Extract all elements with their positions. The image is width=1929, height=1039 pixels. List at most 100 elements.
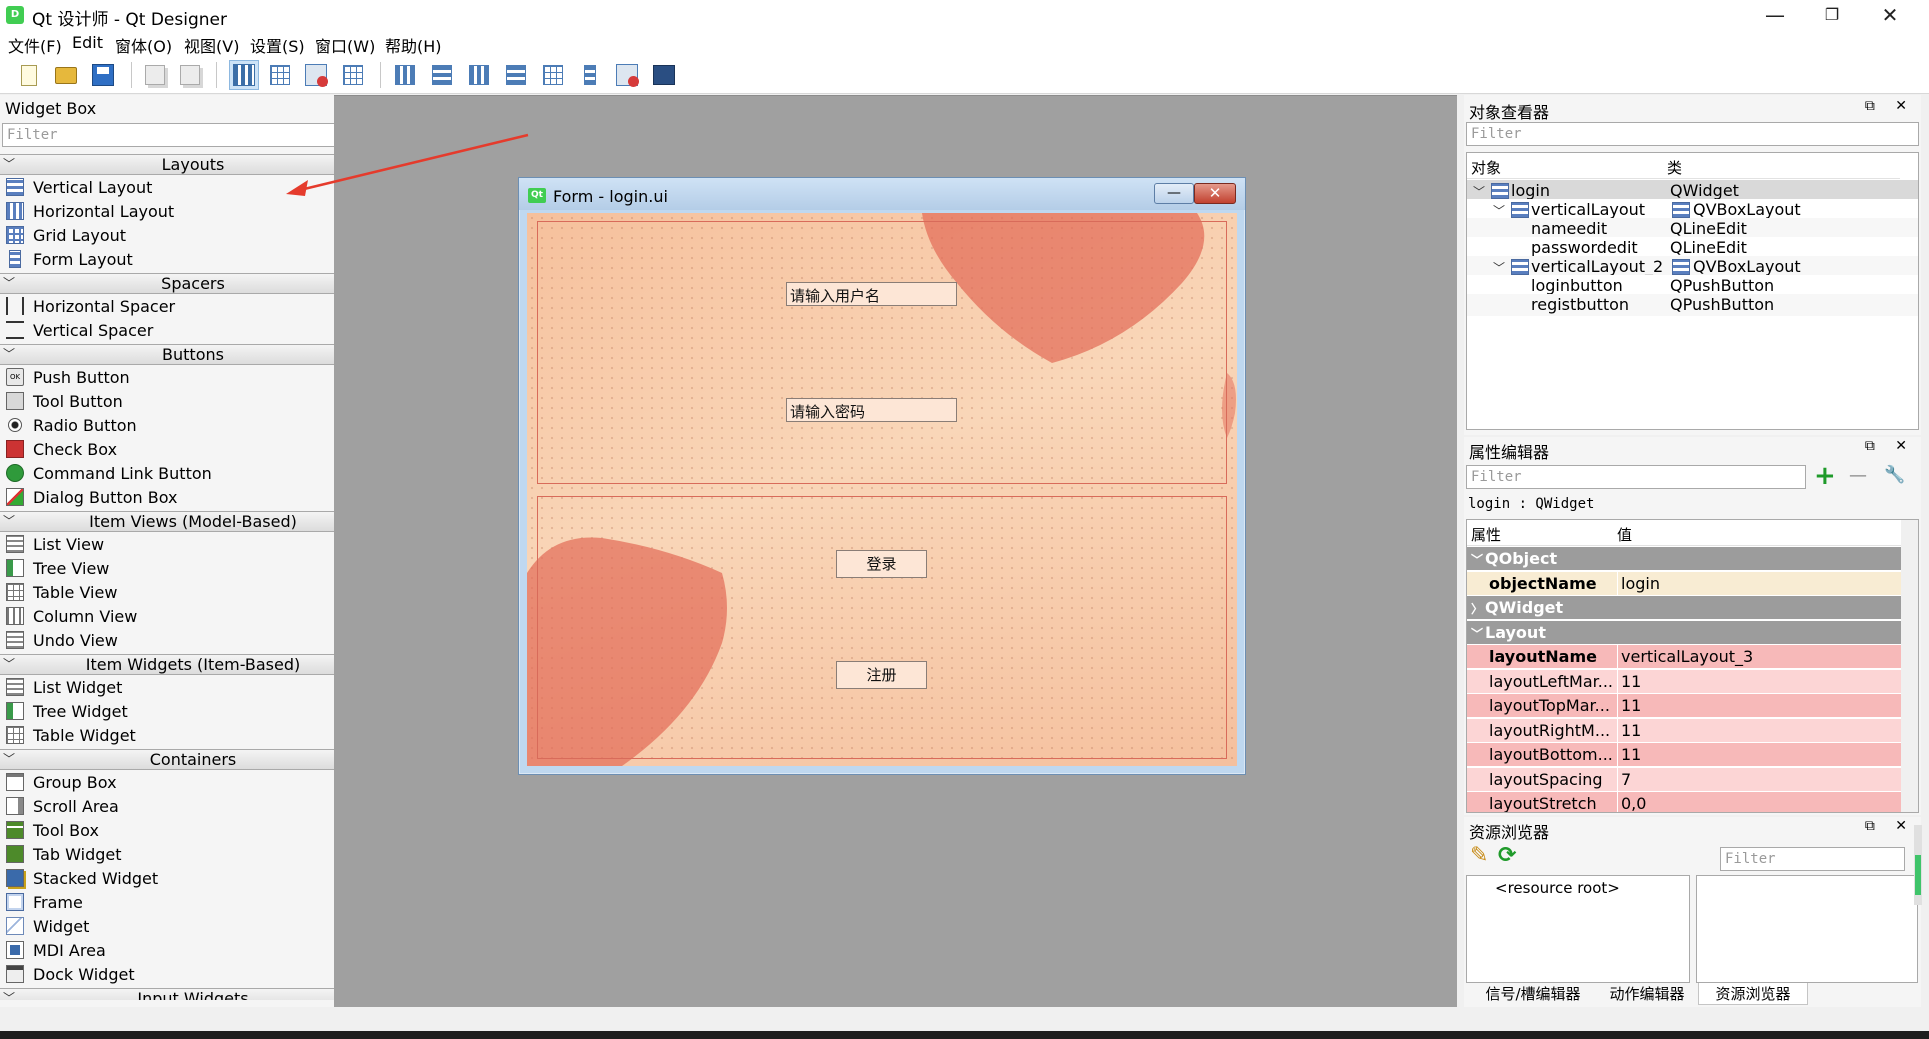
property-value[interactable]: 11 (1621, 696, 1641, 715)
form-minimize-button[interactable]: — (1154, 183, 1194, 204)
property-group-row[interactable]: ﹀ Layout (1467, 620, 1905, 645)
widget-category[interactable]: ﹀ Layouts (0, 154, 386, 175)
new-form-icon[interactable] (14, 60, 44, 90)
widget-category[interactable]: ﹀ Input Widgets (0, 988, 386, 1000)
open-form-icon[interactable] (51, 60, 81, 90)
dock-float-close-icons[interactable]: ⧉ ✕ (1865, 98, 1915, 114)
widget-item[interactable]: Vertical Layout (0, 175, 386, 199)
menu-help[interactable]: 帮助(H) (385, 33, 442, 57)
chevron-down-icon[interactable]: ﹀ (3, 750, 15, 769)
col-value-header[interactable]: 值 (1617, 524, 1632, 545)
right-edge-scrollbar[interactable] (1914, 825, 1922, 905)
chevron-right-icon[interactable]: 〉 (1471, 600, 1483, 617)
tab-resource-browser[interactable]: 资源浏览器 (1698, 983, 1808, 1005)
col-class-header[interactable]: 类 (1667, 157, 1682, 178)
widget-item[interactable]: Group Box (0, 770, 386, 794)
lay-out-vertical-splitter-icon[interactable] (501, 60, 531, 90)
edit-resources-icon[interactable]: ✎ (1470, 843, 1488, 868)
tab-action-editor[interactable]: 动作编辑器 (1597, 983, 1697, 1005)
property-row[interactable]: layoutBottom... 11 (1467, 743, 1905, 767)
widget-item[interactable]: Command Link Button (0, 461, 386, 485)
property-scrollbar[interactable] (1901, 520, 1918, 812)
widget-item[interactable]: Horizontal Spacer (0, 294, 386, 318)
widget-item[interactable]: Vertical Spacer (0, 318, 386, 342)
chevron-down-icon[interactable]: ﹀ (3, 345, 15, 364)
property-filter-input[interactable]: Filter (1466, 465, 1806, 489)
object-tree-row[interactable]: registbutton QPushButton (1467, 294, 1918, 316)
property-row[interactable]: objectName login (1467, 571, 1905, 596)
widget-item[interactable]: Dialog Button Box (0, 485, 386, 509)
property-value[interactable]: 7 (1621, 770, 1631, 789)
resource-filter-input[interactable]: Filter (1720, 847, 1905, 871)
save-form-icon[interactable] (88, 60, 118, 90)
widget-item[interactable]: Grid Layout (0, 223, 386, 247)
property-row[interactable]: layoutTopMar... 11 (1467, 694, 1905, 718)
configure-property-icon[interactable]: 🔧 (1884, 465, 1905, 485)
widget-item[interactable]: Check Box (0, 437, 386, 461)
register-button[interactable]: 注册 (836, 661, 927, 689)
widget-item[interactable]: MDI Area (0, 938, 386, 962)
widget-category[interactable]: ﹀ Item Widgets (Item-Based) (0, 654, 386, 675)
widget-item[interactable]: Tree Widget (0, 699, 386, 723)
widget-item[interactable]: Table Widget (0, 723, 386, 747)
menu-file[interactable]: 文件(F) (8, 33, 62, 57)
paste-icon[interactable] (175, 60, 205, 90)
widget-item[interactable]: Scroll Area (0, 794, 386, 818)
break-layout-icon[interactable] (612, 60, 642, 90)
close-window-button[interactable]: ✕ (1860, 0, 1920, 30)
object-inspector-filter-input[interactable]: Filter (1466, 122, 1919, 146)
widget-category[interactable]: ﹀ Spacers (0, 273, 386, 294)
chevron-down-icon[interactable]: ﹀ (3, 274, 15, 293)
chevron-down-icon[interactable]: ﹀ (3, 989, 15, 1000)
widget-item[interactable]: Dock Widget (0, 962, 386, 986)
username-input[interactable]: 请输入用户名 (786, 282, 957, 306)
edit-buddies-icon[interactable] (301, 60, 331, 90)
password-input[interactable]: 请输入密码 (786, 398, 957, 422)
resource-root-item[interactable]: <resource root> (1495, 879, 1620, 897)
property-row[interactable]: layoutLeftMar... 11 (1467, 669, 1905, 694)
widget-category[interactable]: ﹀ Item Views (Model-Based) (0, 511, 386, 532)
widget-item[interactable]: Widget (0, 914, 386, 938)
chevron-down-icon[interactable]: ﹀ (1493, 259, 1505, 276)
widget-item[interactable]: List View (0, 532, 386, 556)
maximize-button[interactable]: ❐ (1802, 0, 1862, 30)
property-group-row[interactable]: 〉 QWidget (1467, 596, 1905, 620)
dock-float-close-icons[interactable]: ⧉ ✕ (1865, 818, 1915, 834)
form-window[interactable]: Qt Form - login.ui — ✕ 请输入用户名 请输入密码 登录 注… (518, 177, 1246, 775)
property-row[interactable]: layoutRightM... 11 (1467, 718, 1905, 743)
chevron-down-icon[interactable]: ﹀ (3, 655, 15, 674)
menu-window[interactable]: 窗口(W) (315, 33, 375, 57)
menu-view[interactable]: 视图(V) (184, 33, 239, 57)
chevron-down-icon[interactable]: ﹀ (1471, 551, 1483, 568)
widget-item[interactable]: Tree View (0, 556, 386, 580)
widget-item[interactable]: List Widget (0, 675, 386, 699)
widget-item[interactable]: Table View (0, 580, 386, 604)
lay-out-horizontal-splitter-icon[interactable] (464, 60, 494, 90)
property-value[interactable]: 11 (1621, 721, 1641, 740)
widget-item[interactable]: OK Push Button (0, 365, 386, 389)
minimize-button[interactable]: — (1745, 0, 1805, 30)
menu-edit[interactable]: Edit (72, 33, 103, 52)
property-value[interactable]: login (1621, 574, 1660, 593)
lay-out-horizontally-icon[interactable] (390, 60, 420, 90)
widget-item[interactable]: Stacked Widget (0, 866, 386, 890)
menu-form[interactable]: 窗体(O) (115, 33, 172, 57)
widget-item[interactable]: Undo View (0, 628, 386, 652)
property-group-row[interactable]: ﹀ QObject (1467, 547, 1905, 571)
lay-out-grid-icon[interactable] (538, 60, 568, 90)
adjust-size-icon[interactable] (649, 60, 679, 90)
chevron-down-icon[interactable]: ﹀ (3, 155, 15, 174)
widget-item[interactable]: Radio Button (0, 413, 386, 437)
login-button[interactable]: 登录 (836, 550, 927, 578)
property-row[interactable]: layoutStretch 0,0 (1467, 792, 1905, 812)
widget-item[interactable]: Column View (0, 604, 386, 628)
chevron-down-icon[interactable]: ﹀ (3, 512, 15, 531)
edit-signals-slots-icon[interactable] (265, 60, 295, 90)
edit-tab-order-icon[interactable] (338, 60, 368, 90)
widget-item[interactable]: Form Layout (0, 247, 386, 271)
reload-resources-icon[interactable]: ⟳ (1498, 843, 1516, 868)
widget-item[interactable]: Horizontal Layout (0, 199, 386, 223)
lay-out-form-icon[interactable] (575, 60, 605, 90)
add-dynamic-property-icon[interactable]: + (1814, 461, 1836, 491)
remove-dynamic-property-icon[interactable]: — (1849, 465, 1867, 486)
